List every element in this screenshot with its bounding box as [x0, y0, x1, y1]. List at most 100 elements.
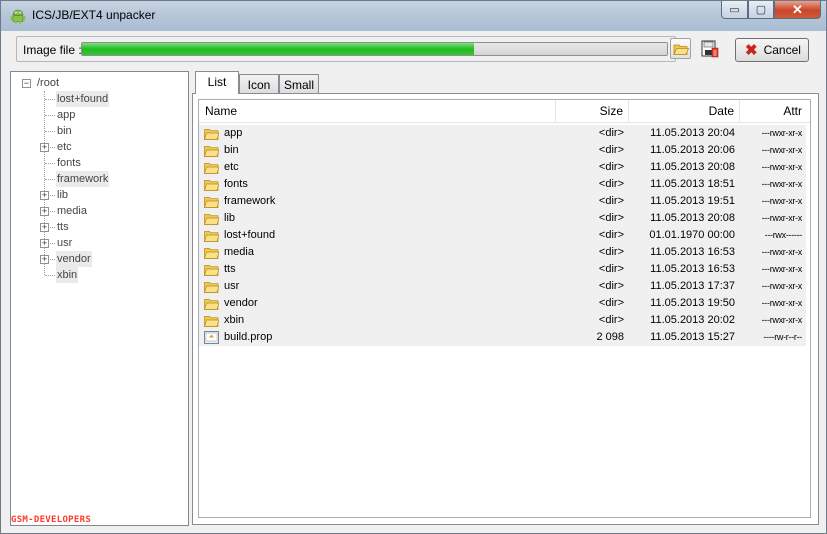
window-title: ICS/JB/EXT4 unpacker	[32, 8, 156, 22]
tree-item-label: bin	[57, 125, 72, 137]
tree-item-lib[interactable]: + lib	[11, 187, 181, 203]
tree-item-framework[interactable]: framework	[11, 171, 181, 187]
tree-branch-line	[45, 115, 55, 116]
tab-list[interactable]: List	[195, 71, 239, 94]
tree-expand-icon[interactable]: +	[40, 207, 49, 216]
file-date: 11.05.2013 16:53	[650, 246, 735, 258]
tree-item-label: framework	[56, 171, 110, 187]
file-date: 11.05.2013 20:08	[650, 161, 735, 173]
file-attr: ---rwxr-xr-x	[761, 145, 803, 155]
file-size: <dir>	[598, 144, 624, 156]
file-row[interactable]: fonts <dir> 11.05.2013 18:51 ---rwxr-xr-x	[199, 176, 806, 193]
file-size: <dir>	[598, 161, 624, 173]
tree-item-lost-found[interactable]: lost+found	[11, 91, 181, 107]
file-name: bin	[224, 144, 239, 156]
tree-collapse-icon[interactable]: −	[22, 79, 31, 88]
tree-item-media[interactable]: + media	[11, 203, 181, 219]
toolbar: Image file : ✖ Cancel	[10, 32, 818, 65]
tab-small[interactable]: Small	[279, 74, 319, 94]
save-image-button[interactable]	[699, 38, 720, 59]
column-date[interactable]: Date	[629, 100, 740, 122]
file-name: vendor	[224, 297, 258, 309]
file-date: 11.05.2013 20:06	[650, 144, 735, 156]
tree-expand-icon[interactable]: +	[40, 239, 49, 248]
image-file-label: Image file :	[23, 43, 82, 57]
tree-item-label: app	[57, 109, 76, 121]
column-name[interactable]: Name	[199, 100, 556, 122]
tree-item-xbin[interactable]: xbin	[11, 267, 181, 283]
file-size: <dir>	[598, 178, 624, 190]
image-file-group: Image file :	[16, 36, 676, 62]
tree-expand-icon[interactable]: +	[40, 191, 49, 200]
file-name: build.prop	[224, 331, 273, 343]
close-button[interactable]: ✕	[774, 1, 821, 19]
minimize-button[interactable]: ▭	[721, 1, 748, 19]
folder-tree[interactable]: −/root lost+found app bin + etc fonts framework…	[10, 71, 189, 526]
title-bar[interactable]: ICS/JB/EXT4 unpacker ▭ ▢ ✕	[1, 1, 826, 31]
file-row[interactable]: bin <dir> 11.05.2013 20:06 ---rwxr-xr-x	[199, 142, 806, 159]
tree-expand-icon[interactable]: +	[40, 223, 49, 232]
file-row[interactable]: framework <dir> 11.05.2013 19:51 ---rwxr-xr…	[199, 193, 806, 210]
file-row[interactable]: media <dir> 11.05.2013 16:53 ---rwxr-xr-x	[199, 244, 806, 261]
file-row[interactable]: etc <dir> 11.05.2013 20:08 ---rwxr-xr-x	[199, 159, 806, 176]
file-date: 11.05.2013 20:08	[650, 212, 735, 224]
app-window: ICS/JB/EXT4 unpacker ▭ ▢ ✕ Image file :	[0, 0, 827, 534]
open-image-button[interactable]	[670, 38, 691, 59]
cancel-button[interactable]: ✖ Cancel	[735, 38, 809, 62]
tree-item-tts[interactable]: + tts	[11, 219, 181, 235]
tree-branch-line	[45, 99, 55, 100]
column-size[interactable]: Size	[556, 100, 629, 122]
cancel-icon: ✖	[745, 41, 758, 59]
file-size: <dir>	[598, 314, 624, 326]
file-row[interactable]: vendor <dir> 11.05.2013 19:50 ---rwxr-xr-x	[199, 295, 806, 312]
folder-icon	[204, 280, 220, 293]
tree-item-usr[interactable]: + usr	[11, 235, 181, 251]
tree-root[interactable]: −/root	[11, 75, 181, 91]
file-row[interactable]: lib <dir> 11.05.2013 20:08 ---rwxr-xr-x	[199, 210, 806, 227]
file-name: tts	[224, 263, 236, 275]
file-name: fonts	[224, 178, 248, 190]
file-size: <dir>	[598, 263, 624, 275]
file-date: 11.05.2013 20:04	[650, 127, 735, 139]
file-size: <dir>	[598, 297, 624, 309]
folder-icon	[204, 161, 220, 174]
tree-item-label: tts	[57, 221, 69, 233]
folder-icon	[204, 178, 220, 191]
file-attr: ---rwxr-xr-x	[761, 213, 803, 223]
file-date: 11.05.2013 19:50	[650, 297, 735, 309]
tree-branch-line	[45, 275, 55, 276]
tree-expand-icon[interactable]: +	[40, 143, 49, 152]
file-row[interactable]: app <dir> 11.05.2013 20:04 ---rwxr-xr-x	[199, 125, 806, 142]
file-view-panel: List Icon Small Name Size Date Attr app <…	[192, 71, 819, 526]
file-attr: ---rwxr-xr-x	[761, 179, 803, 189]
file-row[interactable]: lost+found <dir> 01.01.1970 00:00 ---rwx---…	[199, 227, 806, 244]
tab-icon[interactable]: Icon	[239, 74, 279, 94]
tree-item-vendor[interactable]: + vendor	[11, 251, 181, 267]
column-attr[interactable]: Attr	[740, 100, 806, 122]
file-attr: ---rwxr-xr-x	[761, 162, 803, 172]
tree-item-etc[interactable]: + etc	[11, 139, 181, 155]
file-attr: ---rwxr-xr-x	[761, 264, 803, 274]
tree-expand-icon[interactable]: +	[40, 255, 49, 264]
file-row[interactable]: build.prop 2 098 11.05.2013 15:27 ----rw-r-…	[199, 329, 806, 346]
file-row[interactable]: tts <dir> 11.05.2013 16:53 ---rwxr-xr-x	[199, 261, 806, 278]
maximize-button[interactable]: ▢	[748, 1, 774, 19]
tree-item-label: etc	[57, 141, 72, 153]
tree-item-fonts[interactable]: fonts	[11, 155, 181, 171]
save-image-icon	[701, 40, 718, 57]
tree-item-app[interactable]: app	[11, 107, 181, 123]
file-size: <dir>	[598, 246, 624, 258]
file-size: <dir>	[598, 195, 624, 207]
folder-icon	[204, 229, 220, 242]
folder-open-icon	[672, 44, 689, 55]
folder-icon	[204, 144, 220, 157]
tree-branch-line	[45, 163, 55, 164]
progress-bar	[81, 42, 668, 56]
file-list[interactable]: Name Size Date Attr app <dir> 11.05.2013 2…	[198, 99, 811, 518]
file-name: lib	[224, 212, 236, 224]
tree-branch-line	[45, 179, 55, 180]
folder-icon	[204, 212, 220, 225]
file-row[interactable]: xbin <dir> 11.05.2013 20:02 ---rwxr-xr-x	[199, 312, 806, 329]
file-row[interactable]: usr <dir> 11.05.2013 17:37 ---rwxr-xr-x	[199, 278, 806, 295]
tree-item-bin[interactable]: bin	[11, 123, 181, 139]
